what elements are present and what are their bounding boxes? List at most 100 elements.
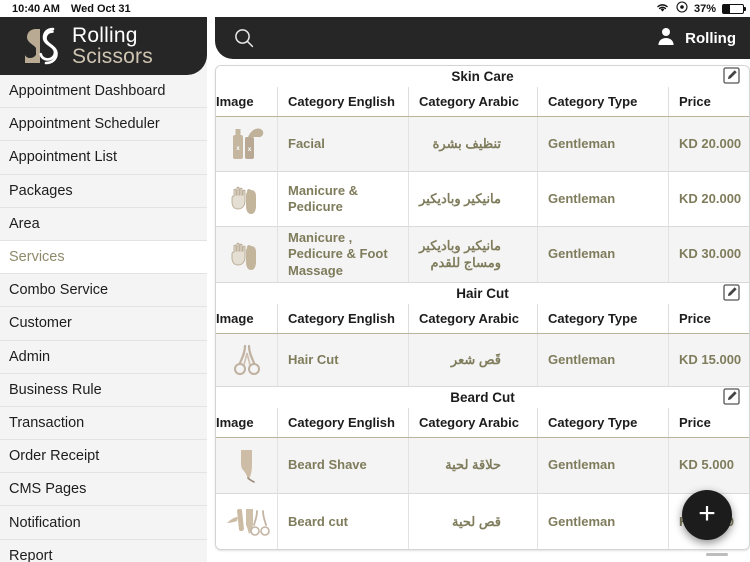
sidebar-item-services[interactable]: Services — [0, 240, 207, 275]
cell-category-type: Gentleman — [538, 494, 669, 549]
section-title: Hair Cut — [456, 286, 509, 301]
cell-category-arabic: تنظيف بشرة — [409, 117, 538, 171]
status-time: 10:40 AM — [12, 2, 60, 15]
sidebar-item-label: Appointment Scheduler — [9, 116, 160, 133]
cell-category-arabic: حلاقة لحية — [409, 438, 538, 493]
sidebar-item-combo-service[interactable]: Combo Service — [0, 274, 207, 308]
cell-category-english: Facial — [278, 117, 409, 171]
sidebar-item-cms-pages[interactable]: CMS Pages — [0, 473, 207, 507]
cell-price: KD 30.000 — [679, 246, 742, 262]
sidebar-item-label: Customer — [9, 315, 72, 332]
table-row[interactable]: Manicure , Pedicure & Foot Massage مانيكي… — [216, 227, 749, 282]
cell-category-arabic-text: قَص شعر — [450, 351, 501, 367]
sidebar-item-packages[interactable]: Packages — [0, 174, 207, 208]
edit-pencil-square-icon[interactable] — [723, 67, 740, 84]
column-header-price: Price — [679, 94, 711, 109]
section-title: Beard Cut — [450, 390, 515, 405]
cell-category-arabic-text: مانيكير وباديكير ومساج للقدم — [419, 238, 501, 270]
sidebar-item-label: Admin — [9, 348, 51, 365]
search-icon[interactable] — [233, 27, 255, 49]
cell-category-english: Beard cut — [278, 494, 409, 549]
sidebar-item-appointment-dashboard[interactable]: Appointment Dashboard — [0, 75, 207, 109]
sidebar-item-label: Area — [9, 215, 40, 232]
cell-category-type: Gentleman — [538, 172, 669, 226]
column-header-category-english: Category English — [278, 304, 409, 333]
battery-icon — [722, 3, 746, 14]
column-header-category-arabic: Category Arabic — [409, 408, 538, 437]
section-header: Hair Cut — [216, 283, 749, 304]
table-row[interactable]: Manicure & Pedicure مانيكير وباديكير Gentl… — [216, 172, 749, 227]
sidebar-item-transaction[interactable]: Transaction — [0, 406, 207, 441]
user-avatar-icon — [656, 26, 676, 51]
sidebar-item-area[interactable]: Area — [0, 207, 207, 241]
cell-category-type: Gentleman — [538, 334, 669, 386]
cell-category-arabic-text: تنظيف بشرة — [432, 135, 501, 151]
column-header-category-english: Category English — [278, 408, 409, 437]
table-row[interactable]: Beard cutقص لحيةGentlemanKD 5.000 — [216, 494, 749, 549]
cell-category-type: Gentleman — [538, 117, 669, 171]
section-header: Beard Cut — [216, 387, 749, 408]
sidebar-item-label: Notification — [9, 514, 81, 531]
column-header-image: Image — [216, 304, 278, 333]
column-header-category-type: Category Type — [538, 87, 669, 116]
sidebar-item-customer[interactable]: Customer — [0, 307, 207, 341]
sidebar: Rolling Scissors Appointment Dashboard Ap… — [0, 17, 207, 562]
sidebar-item-business-rule[interactable]: Business Rule — [0, 373, 207, 407]
user-menu[interactable]: Rolling — [656, 26, 736, 51]
cell-category-english: Manicure & Pedicure — [278, 172, 409, 226]
section-header: Skin Care — [216, 66, 749, 87]
sidebar-item-appointment-list[interactable]: Appointment List — [0, 141, 207, 175]
hand-foot-icon — [216, 172, 278, 226]
service-section: Beard Cut Image Category English Category A… — [216, 387, 749, 549]
cell-price: KD 15.000 — [679, 351, 742, 367]
cell-category-type: Gentleman — [538, 227, 669, 282]
sections-host: Skin Care Image Category English Category A… — [216, 66, 749, 549]
column-header-image: Image — [216, 87, 278, 116]
section-title: Skin Care — [451, 69, 514, 84]
cell-category-type: Gentleman — [538, 438, 669, 493]
sidebar-item-label: Report — [9, 547, 53, 562]
hand-foot-icon — [216, 227, 278, 282]
services-table-card: Skin Care Image Category English Category A… — [215, 65, 750, 550]
service-section: Skin Care Image Category English Category A… — [216, 66, 749, 283]
column-header-category-type: Category Type — [538, 408, 669, 437]
cell-price: KD 20.000 — [679, 135, 742, 151]
cell-category-arabic: مانيكير وباديكير ومساج للقدم — [409, 227, 538, 282]
beard-icon — [216, 438, 278, 493]
cell-price: KD 20.000 — [679, 190, 742, 206]
sidebar-item-label: Order Receipt — [9, 448, 100, 465]
add-service-button[interactable]: + — [682, 490, 732, 540]
app-brand: Rolling Scissors — [0, 17, 207, 75]
table-header-row: Image Category English Category Arabic Cate… — [216, 87, 749, 117]
sidebar-item-order-receipt[interactable]: Order Receipt — [0, 440, 207, 474]
edit-pencil-square-icon[interactable] — [723, 388, 740, 405]
user-name: Rolling — [685, 29, 736, 47]
service-section: Hair Cut Image Category English Category Ar… — [216, 283, 749, 387]
sidebar-item-notification[interactable]: Notification — [0, 506, 207, 540]
column-header-image: Image — [216, 408, 278, 437]
wifi-icon — [655, 2, 670, 16]
edit-pencil-square-icon[interactable] — [723, 284, 740, 301]
column-header-price: Price — [679, 415, 711, 430]
home-indicator — [706, 553, 728, 556]
sidebar-item-label: Appointment List — [9, 149, 118, 166]
cell-category-english: Hair Cut — [278, 334, 409, 386]
table-row[interactable]: Hair Cut قَص شعر Gentleman KD 15.000 — [216, 334, 749, 386]
battery-percent: 37% — [693, 2, 716, 15]
cell-category-arabic-text: قص لحية — [452, 513, 501, 529]
sidebar-item-appointment-scheduler[interactable]: Appointment Scheduler — [0, 108, 207, 142]
column-header-category-type: Category Type — [538, 304, 669, 333]
table-row[interactable]: x x Facial تنظيف بشرة Gentleman KD 20.000 — [216, 117, 749, 172]
column-header-category-arabic: Category Arabic — [409, 87, 538, 116]
cell-category-arabic-text: مانيكير وباديكير — [419, 190, 501, 206]
cream-bottles-icon: xx — [216, 117, 278, 171]
table-row[interactable]: Beard Shave حلاقة لحية Gentleman KD 5.000 — [216, 438, 749, 494]
sidebar-item-admin[interactable]: Admin — [0, 340, 207, 374]
sidebar-item-report[interactable]: Report — [0, 539, 207, 562]
sidebar-nav: Appointment Dashboard Appointment Schedul… — [0, 75, 207, 562]
cell-category-arabic: قَص شعر — [409, 334, 538, 386]
cell-category-english: Beard Shave — [278, 438, 409, 493]
sidebar-item-label: Transaction — [9, 414, 85, 431]
rolling-scissors-monogram-icon — [22, 25, 68, 67]
column-header-category-english: Category English — [278, 87, 409, 116]
